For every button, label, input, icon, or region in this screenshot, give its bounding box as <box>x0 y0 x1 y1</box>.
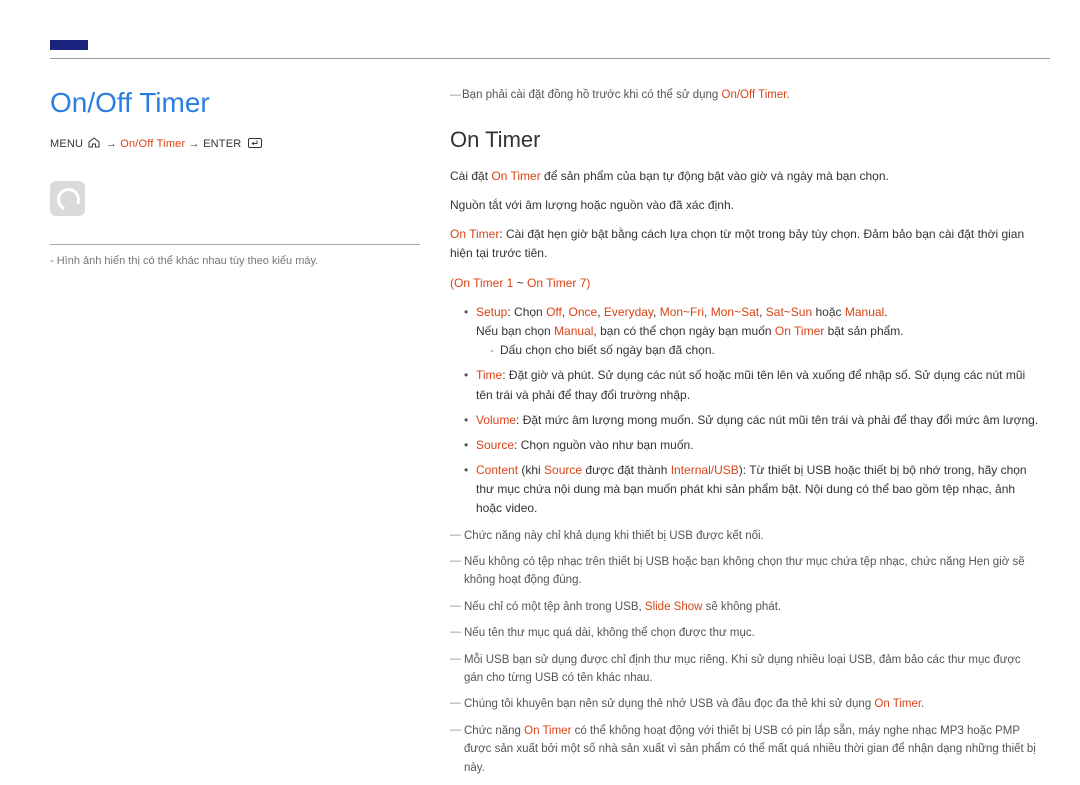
note-tail: . <box>786 89 789 101</box>
range-sep: ~ <box>513 276 527 290</box>
menu-label: MENU <box>50 138 83 150</box>
clock-prerequisite-note: Bạn phải cài đặt đồng hồ trước khi có th… <box>450 87 1040 105</box>
enter-icon <box>248 138 262 151</box>
sep: , <box>597 305 604 319</box>
enter-label: ENTER <box>203 138 241 150</box>
opt-label: Source <box>476 438 514 452</box>
option-content: Content (khi Source được đặt thành Inter… <box>464 461 1040 519</box>
note-battery-usb: Chức năng On Timer có thể không hoạt độn… <box>450 722 1040 777</box>
note-recommend-reader: Chúng tôi khuyên bạn nên sử dụng thẻ nhớ… <box>450 695 1040 713</box>
sub-list: Dấu chọn cho biết số ngày bạn đã chọn. <box>476 341 1040 360</box>
text: Nếu chỉ có một tệp ảnh trong USB, <box>464 601 645 613</box>
text: Nếu bạn chọn <box>476 324 554 338</box>
right-column: Bạn phải cài đặt đồng hồ trước khi có th… <box>450 87 1050 785</box>
note-single-image: Nếu chỉ có một tệp ảnh trong USB, Slide … <box>450 598 1040 616</box>
note-feature: On/Off Timer <box>722 89 787 101</box>
sep: , <box>759 305 766 319</box>
opt: Off <box>546 305 562 319</box>
option-volume: Volume: Đặt mức âm lượng mong muốn. Sử d… <box>464 411 1040 430</box>
text: (khi <box>518 463 544 477</box>
menu-path: MENU → On/Off Timer → ENTER <box>50 137 420 151</box>
arrow-icon: → <box>106 138 117 150</box>
text: được đặt thành <box>582 463 671 477</box>
text: : Đặt mức âm lượng mong muốn. Sử dụng cá… <box>516 413 1038 427</box>
notes-list: Chức năng này chỉ khả dụng khi thiết bị … <box>450 527 1040 777</box>
on-timer-desc2: Nguồn tắt với âm lượng hoặc nguồn vào đã… <box>450 196 1040 215</box>
on-timer-desc1: Cài đặt On Timer để sản phẩm của bạn tự … <box>450 167 1040 186</box>
opt: Internal/USB <box>671 463 739 477</box>
text: Cài đặt <box>450 169 491 183</box>
opt: On Timer <box>775 324 824 338</box>
chapter-marker <box>50 40 88 50</box>
text-red: On Timer <box>450 227 499 241</box>
range-start: (On Timer 1 <box>450 276 513 290</box>
opt: Source <box>544 463 582 477</box>
opt: Once <box>569 305 598 319</box>
text: : Chọn nguồn vào như bạn muốn. <box>514 438 694 452</box>
note-multi-usb: Mỗi USB bạn sử dụng được chỉ định thư mụ… <box>450 651 1040 688</box>
feature-icon <box>50 181 85 216</box>
range-end: On Timer 7) <box>527 276 590 290</box>
opt: Mon~Sat <box>711 305 759 319</box>
opt: Mon~Fri <box>660 305 704 319</box>
text: bật sản phẩm. <box>824 324 903 338</box>
left-column: On/Off Timer MENU → On/Off Timer → ENTER… <box>50 87 420 785</box>
opt-label: Setup <box>476 305 507 319</box>
note-long-folder: Nếu tên thư mục quá dài, không thể chọn … <box>450 624 1040 642</box>
text: , bạn có thể chọn ngày bạn muốn <box>593 324 774 338</box>
opt-label: Volume <box>476 413 516 427</box>
opt: Manual <box>554 324 593 338</box>
sub-item: Dấu chọn cho biết số ngày bạn đã chọn. <box>490 341 1040 360</box>
opt-label: Time <box>476 368 502 382</box>
on-timer-range: (On Timer 1 ~ On Timer 7) <box>450 274 1040 293</box>
image-disclaimer: - Hình ảnh hiển thị có thể khác nhau tùy… <box>50 255 420 267</box>
text-red: On Timer <box>524 725 571 737</box>
text: Chức năng <box>464 725 524 737</box>
home-icon <box>88 137 100 151</box>
text: để sản phẩm của bạn tự động bật vào giờ … <box>541 169 889 183</box>
option-source: Source: Chọn nguồn vào như bạn muốn. <box>464 436 1040 455</box>
opt: Sat~Sun <box>766 305 812 319</box>
option-time: Time: Đặt giờ và phút. Sử dụng các nút s… <box>464 366 1040 404</box>
text: : Đặt giờ và phút. Sử dụng các nút số ho… <box>476 368 1025 401</box>
opt: Everyday <box>604 305 653 319</box>
text-red: On Timer <box>874 698 921 710</box>
sep: , <box>653 305 660 319</box>
text-red: On Timer <box>491 169 540 183</box>
option-setup: Setup: Chọn Off, Once, Everyday, Mon~Fri… <box>464 303 1040 361</box>
sep: , <box>562 305 569 319</box>
text: . <box>884 305 887 319</box>
text: sẽ không phát. <box>702 601 781 613</box>
path-segment: On/Off Timer <box>120 138 185 150</box>
sep: , <box>704 305 711 319</box>
opt-label: Content <box>476 463 518 477</box>
arrow-icon: → <box>189 138 200 150</box>
on-timer-desc3: On Timer: Cài đặt hẹn giờ bật bằng cách … <box>450 225 1040 263</box>
note-no-music: Nếu không có tệp nhạc trên thiết bị USB … <box>450 553 1040 590</box>
left-divider <box>50 244 420 245</box>
option-list: Setup: Chọn Off, Once, Everyday, Mon~Fri… <box>450 303 1040 519</box>
page-title: On/Off Timer <box>50 87 420 119</box>
text: Chúng tôi khuyên bạn nên sử dụng thẻ nhớ… <box>464 698 874 710</box>
opt: Manual <box>845 305 884 319</box>
text: : Cài đặt hẹn giờ bật bằng cách lựa chọn… <box>450 227 1024 260</box>
text: : Chọn <box>507 305 546 319</box>
text-red: Slide Show <box>645 601 703 613</box>
top-divider <box>50 58 1050 59</box>
section-heading-on-timer: On Timer <box>450 127 1040 153</box>
note-text: Bạn phải cài đặt đồng hồ trước khi có th… <box>462 89 722 101</box>
text: hoặc <box>812 305 845 319</box>
text: . <box>921 698 924 710</box>
note-usb-required: Chức năng này chỉ khả dụng khi thiết bị … <box>450 527 1040 545</box>
page-content: On/Off Timer MENU → On/Off Timer → ENTER… <box>50 87 1050 785</box>
